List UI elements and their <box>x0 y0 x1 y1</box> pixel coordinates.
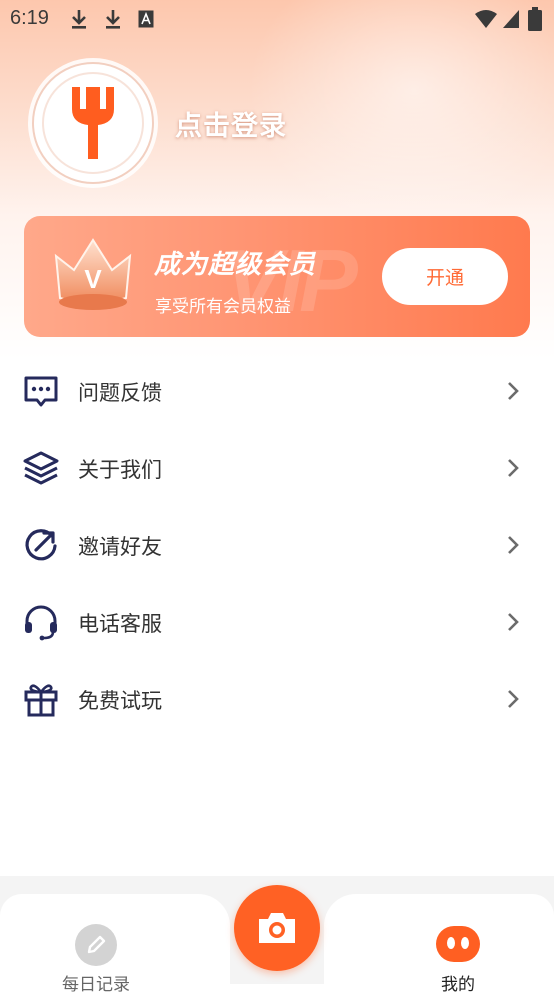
layers-icon <box>23 451 59 485</box>
menu-item-phone-support[interactable]: 电话客服 <box>0 583 554 660</box>
camera-icon <box>259 913 295 943</box>
crown-icon: V <box>54 238 132 310</box>
menu-item-feedback[interactable]: 问题反馈 <box>0 352 554 429</box>
fork-icon <box>72 87 114 159</box>
pencil-icon <box>75 924 117 966</box>
chevron-right-icon <box>508 536 519 554</box>
tab-label-daily-record: 每日记录 <box>62 975 130 995</box>
menu-label-phone-support: 电话客服 <box>78 612 162 636</box>
chevron-right-icon <box>508 382 519 400</box>
face-icon <box>436 926 480 962</box>
menu-label-invite: 邀请好友 <box>78 535 162 559</box>
chevron-right-icon <box>508 613 519 631</box>
wifi-icon <box>475 10 497 28</box>
signal-icon <box>503 10 519 28</box>
tab-label-mine: 我的 <box>441 975 475 995</box>
settings-menu: 问题反馈 关于我们 邀请好友 电话客服 免费试玩 <box>0 352 554 737</box>
chevron-right-icon <box>508 690 519 708</box>
download-icon <box>106 10 120 29</box>
camera-button[interactable] <box>234 885 320 971</box>
menu-label-about: 关于我们 <box>78 458 162 482</box>
gift-icon <box>24 684 58 717</box>
download-icon <box>72 10 86 29</box>
text-a-icon <box>138 10 154 28</box>
activate-vip-button[interactable]: 开通 <box>382 248 508 305</box>
menu-item-invite[interactable]: 邀请好友 <box>0 506 554 583</box>
menu-item-free-trial[interactable]: 免费试玩 <box>0 660 554 737</box>
menu-item-about[interactable]: 关于我们 <box>0 429 554 506</box>
avatar-frame <box>42 72 144 174</box>
vip-subtitle: 享受所有会员权益 <box>155 297 291 317</box>
menu-label-feedback: 问题反馈 <box>78 381 162 405</box>
avatar[interactable] <box>32 62 154 184</box>
crown-badge-letter: V <box>84 264 102 294</box>
chevron-right-icon <box>508 459 519 477</box>
vip-banner[interactable]: VIP V 成为超级会员 享受所有会员权益 开通 <box>24 216 530 337</box>
status-time: 6:19 <box>10 7 49 29</box>
menu-label-free-trial: 免费试玩 <box>78 689 162 713</box>
share-circle-icon <box>25 529 57 561</box>
headset-icon <box>25 605 57 641</box>
battery-icon <box>528 7 542 31</box>
tab-daily-record[interactable]: 每日记录 <box>0 894 230 995</box>
tab-mine[interactable]: 我的 <box>324 894 554 995</box>
login-prompt[interactable]: 点击登录 <box>175 104 287 143</box>
status-bar: 6:19 <box>0 0 554 38</box>
chat-bubble-icon <box>24 376 58 407</box>
vip-title: 成为超级会员 <box>154 250 317 280</box>
